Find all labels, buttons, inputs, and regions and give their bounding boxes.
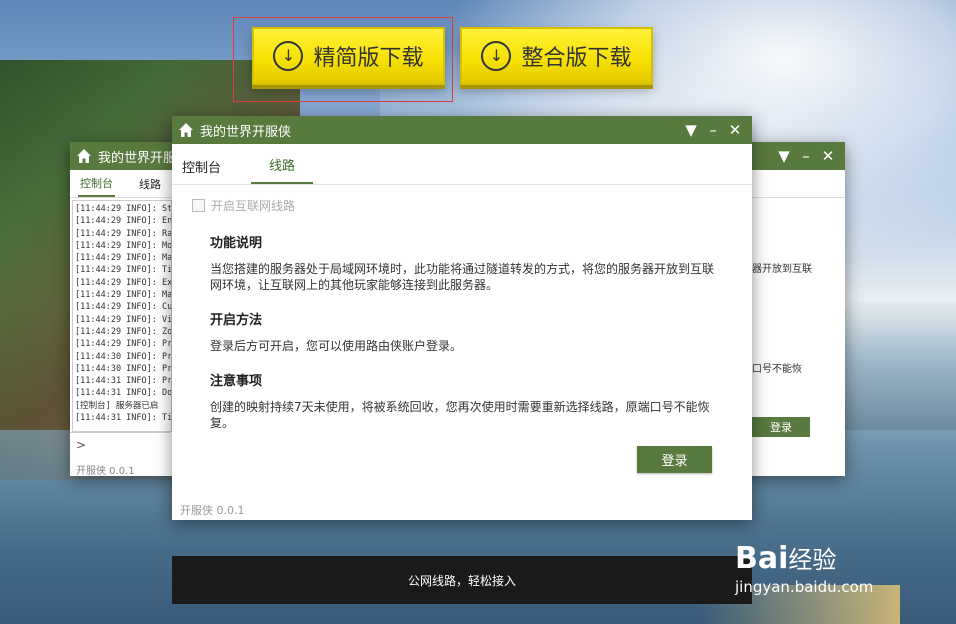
enable-internet-route-label: 开启互联网线路 [211,199,296,213]
baidu-url: jingyan.baidu.com [735,578,874,596]
console-log[interactable]: [11:44:29 INFO]: St [11:44:29 INFO]: Ent[… [72,200,172,432]
front-window-titlebar[interactable]: 我的世界开服侠 ▼ – ✕ [172,116,752,144]
tab-divider [172,184,752,185]
log-line: [11:44:29 INFO]: Ran [75,228,172,239]
tab-route[interactable]: 线路 [251,155,314,184]
log-line: [11:44:29 INFO]: Mob [75,240,172,251]
log-line: [11:44:29 INFO]: Ent [75,216,172,227]
log-line: [11:44:29 INFO]: Cus [75,302,172,313]
baidu-logo-text: Bai [735,541,789,576]
menu-dropdown-icon[interactable]: ▼ [773,147,795,165]
log-line: [11:44:29 INFO]: Zom [75,326,172,337]
front-window-tabs: 控制台 线路 [172,144,752,184]
login-button[interactable]: 登录 [637,446,712,473]
section-text-notice: 创建的映射持续7天未使用，将被系统回收，您再次使用时需要重新选择线路，原端口号不… [210,400,710,430]
back-tab-route[interactable]: 线路 [137,172,163,196]
front-window-footer: 开服侠 0.0.1 [180,504,245,517]
enable-internet-route-row[interactable]: 开启互联网线路 [192,197,752,214]
front-window: 我的世界开服侠 ▼ – ✕ 控制台 线路 开启互联网线路 功能说明 当您搭建的服… [172,116,752,520]
console-prompt[interactable]: > [76,438,86,452]
log-line: [11:44:31 INFO]: Tim [75,413,172,424]
close-icon[interactable]: ✕ [817,147,839,165]
log-line: [11:44:30 INFO]: Pre [75,363,172,374]
home-icon [179,123,193,137]
full-download-button[interactable]: ↓ 整合版下载 [460,27,653,85]
log-line: [11:44:29 INFO]: Vie [75,314,172,325]
home-icon [77,149,91,163]
minimize-icon[interactable]: – [702,121,724,139]
lite-download-label: 精简版下载 [313,46,424,71]
log-line: [11:44:29 INFO]: Pre [75,339,172,350]
section-heading-enable: 开启方法 [210,313,263,328]
close-icon[interactable]: ✕ [724,121,746,139]
section-text-enable: 登录后方可开启，您可以使用路由侠账户登录。 [210,339,463,353]
lite-download-button[interactable]: ↓ 精简版下载 [252,27,445,85]
log-line: [11:44:29 INFO]: St [75,204,172,214]
divider [70,432,170,433]
full-download-label: 整合版下载 [521,46,632,71]
tab-console[interactable]: 控制台 [182,157,233,184]
log-line: [11:44:29 INFO]: Exp [75,277,172,288]
enable-internet-route-checkbox[interactable] [192,199,205,212]
section-heading-notice: 注意事项 [210,374,263,389]
promo-banner-text: 公网线路，轻松接入 [407,573,516,588]
back-notice-fragment: 口号不能恢 [752,364,802,375]
log-line: [11:44:31 INFO]: Pre [75,376,172,387]
log-line: [11:44:30 INFO]: Pre [75,351,172,362]
log-line: [11:44:29 INFO]: Max [75,253,172,264]
log-line: [11:44:31 INFO]: Don [75,388,172,399]
front-window-title: 我的世界开服侠 [200,124,292,140]
section-heading-feature: 功能说明 [210,236,263,251]
log-line: [11:44:29 INFO]: Max [75,290,172,301]
baidu-watermark: Bai经验 jingyan.baidu.com [735,540,935,604]
back-window-footer: 开服侠 0.0.1 [76,466,135,477]
back-description-fragment: 器开放到互联 [752,264,812,275]
log-line: [11:44:29 INFO]: Til [75,265,172,276]
section-text-feature: 当您搭建的服务器处于局域网环境时，此功能将通过隧道转发的方式，将您的服务器开放到… [210,262,715,292]
back-tab-console[interactable]: 控制台 [78,171,115,197]
promo-banner: 公网线路，轻松接入 [172,556,752,604]
route-info: 功能说明 当您搭建的服务器处于局域网环境时，此功能将通过隧道转发的方式，将您的服… [210,232,714,431]
minimize-icon[interactable]: – [795,147,817,165]
menu-dropdown-icon[interactable]: ▼ [680,121,702,139]
download-icon: ↓ [273,41,304,71]
baidu-logo-cn: 经验 [788,546,837,574]
back-login-button[interactable]: 登录 [752,417,810,437]
log-line: [控制台] 服务器已启 [75,400,159,411]
download-icon: ↓ [481,41,512,71]
